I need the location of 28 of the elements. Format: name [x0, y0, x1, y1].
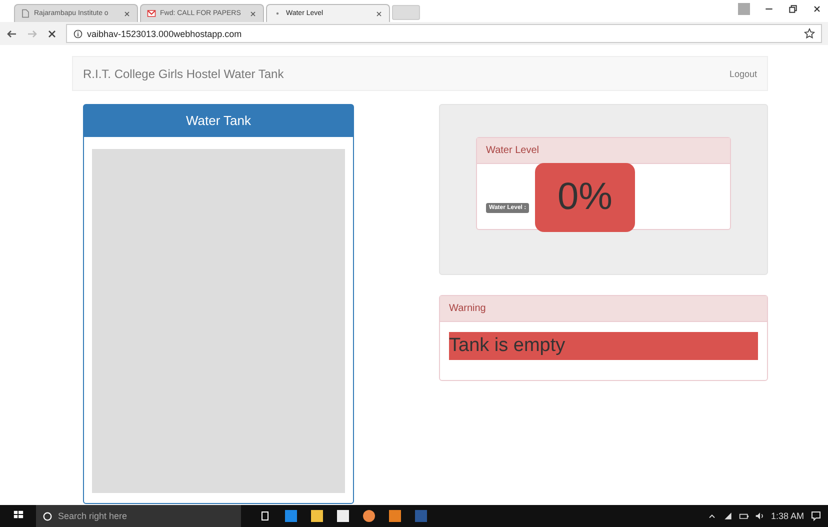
logout-link[interactable]: Logout: [729, 68, 757, 78]
notification-icon[interactable]: [810, 510, 822, 522]
envelope-icon: [147, 9, 156, 18]
info-icon: [73, 28, 83, 38]
close-icon[interactable]: [375, 10, 383, 18]
task-view-icon[interactable]: [259, 510, 271, 522]
windows-start-icon[interactable]: [12, 509, 24, 520]
level-percent: 0%: [535, 163, 635, 232]
volume-icon[interactable]: [754, 511, 765, 521]
restore-icon[interactable]: [788, 4, 798, 14]
panel-heading: Water Tank: [84, 105, 353, 137]
panel-heading: Water Level: [477, 138, 730, 164]
taskbar-search-field[interactable]: Search right here: [36, 505, 241, 527]
stop-icon[interactable]: [46, 28, 58, 40]
bookmark-star-icon[interactable]: [804, 28, 815, 39]
warning-message: Tank is empty: [449, 332, 758, 360]
close-icon[interactable]: [249, 10, 257, 18]
panel-heading: Warning: [440, 296, 767, 322]
brand-title[interactable]: R.I.T. College Girls Hostel Water Tank: [83, 66, 284, 80]
network-icon[interactable]: [722, 511, 733, 521]
close-icon[interactable]: [812, 4, 822, 14]
close-icon[interactable]: [123, 10, 131, 18]
clock-time[interactable]: 1:38 AM: [770, 511, 804, 521]
battery-icon[interactable]: [738, 511, 749, 521]
search-icon: [42, 510, 53, 522]
address-bar[interactable]: vaibhav-1523013.000webhostapp.com: [66, 24, 822, 43]
page-icon: [21, 9, 30, 18]
back-icon[interactable]: [6, 28, 18, 40]
